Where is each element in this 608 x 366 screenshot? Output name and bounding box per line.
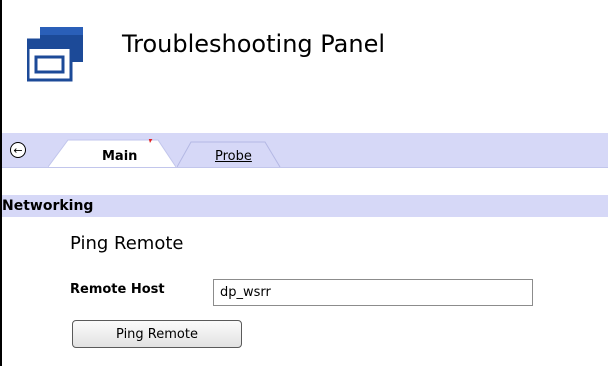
tab-bar: ← Main Probe	[2, 133, 608, 168]
page-header: Troubleshooting Panel	[0, 0, 608, 120]
tab-bar-divider	[2, 167, 608, 168]
page-title: Troubleshooting Panel	[122, 30, 386, 58]
ping-remote-button[interactable]: Ping Remote	[72, 320, 242, 348]
form-title: Ping Remote	[70, 233, 184, 254]
tab-probe-label[interactable]: Probe	[215, 149, 252, 164]
windows-panel-icon	[27, 27, 83, 82]
section-header: Networking	[2, 195, 608, 217]
tab-main-label: Main	[102, 149, 138, 164]
section-title: Networking	[2, 198, 94, 214]
back-arrow-icon[interactable]: ←	[10, 142, 26, 158]
remote-host-input[interactable]	[213, 279, 533, 306]
remote-host-label: Remote Host	[70, 282, 165, 297]
